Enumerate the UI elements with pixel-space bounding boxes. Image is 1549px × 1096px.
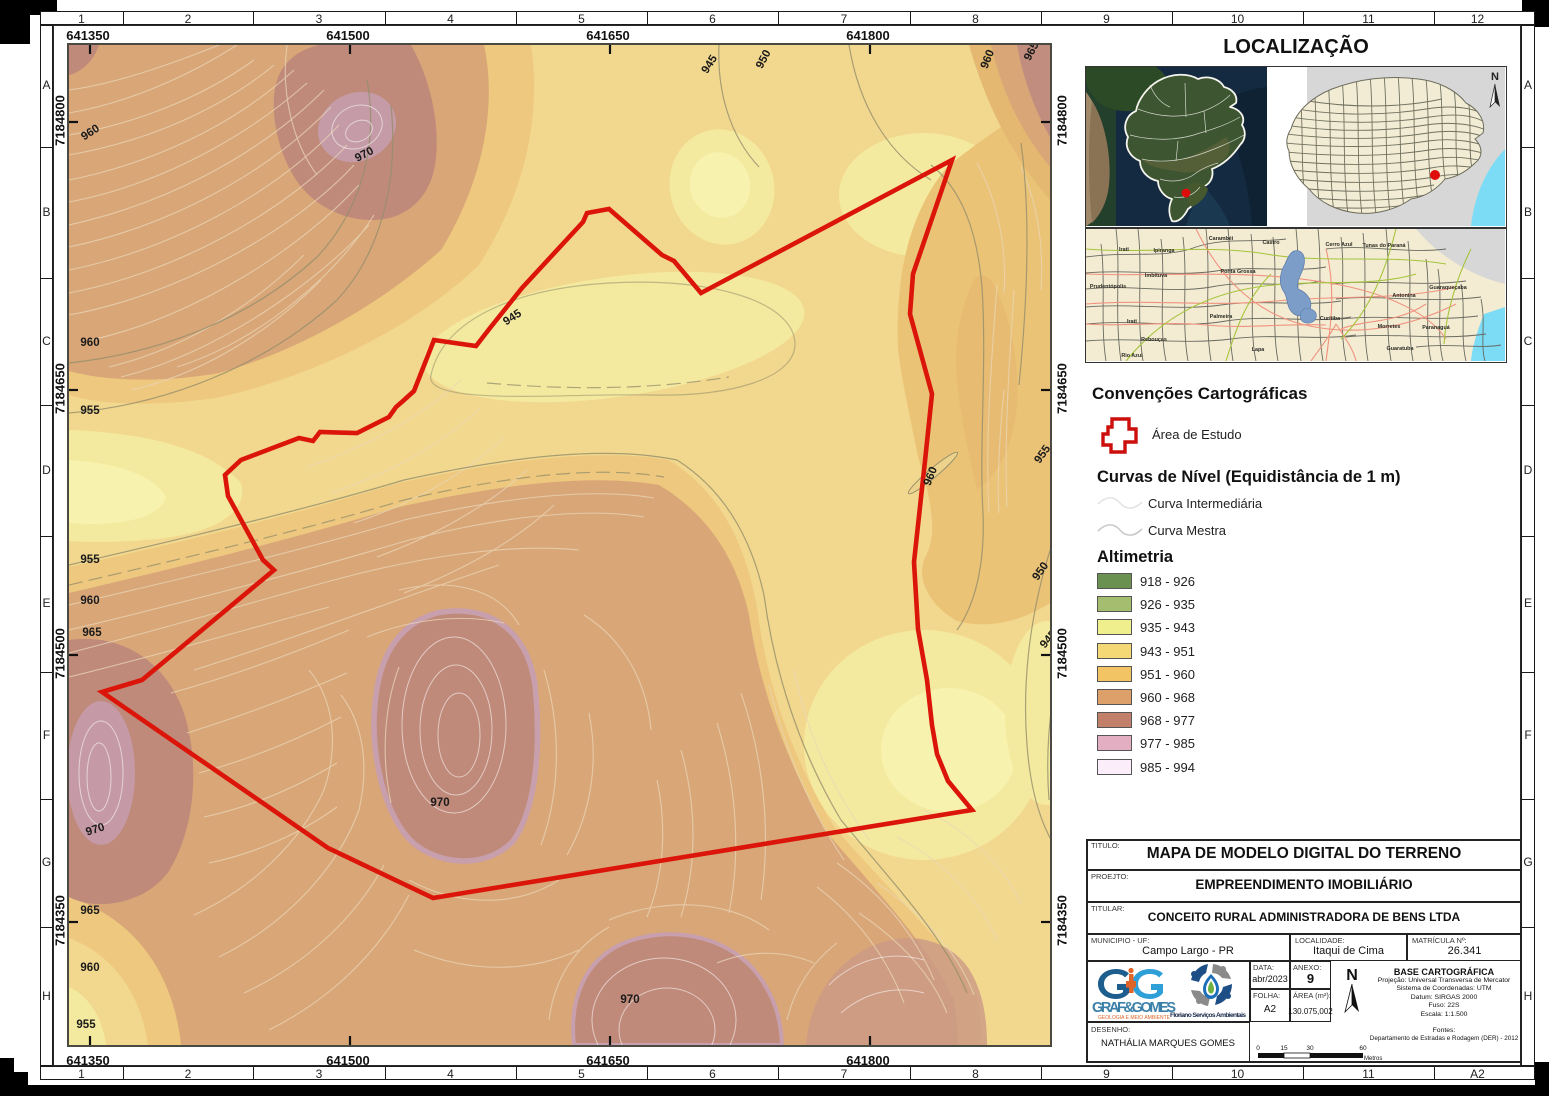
svg-text:N: N [1491,71,1499,83]
svg-text:30: 30 [1306,1045,1314,1052]
svg-text:Rebouças: Rebouças [1141,337,1167,343]
svg-text:Irati: Irati [1127,319,1137,325]
svg-text:955: 955 [76,1019,96,1031]
svg-text:Palmeira: Palmeira [1210,314,1233,320]
svg-text:Tunas do Paraná: Tunas do Paraná [1362,243,1406,249]
svg-text:Rio Azul: Rio Azul [1121,353,1143,359]
svg-text:Morretes: Morretes [1378,324,1401,330]
svg-text:Ponta Grossa: Ponta Grossa [1220,269,1256,275]
svg-text:Guaratuba: Guaratuba [1387,346,1415,352]
svg-text:965: 965 [80,905,100,917]
svg-text:Castro: Castro [1262,240,1280,246]
svg-text:955: 955 [80,554,100,566]
svg-text:960: 960 [80,595,99,607]
svg-text:GRAF&GOMES: GRAF&GOMES [1092,1000,1176,1016]
svg-text:Antonina: Antonina [1392,293,1416,299]
svg-text:Paranaguá: Paranaguá [1422,325,1451,331]
svg-text:Curitiba: Curitiba [1320,316,1341,322]
svg-text:Irati: Irati [1119,247,1129,253]
svg-text:Floriano Serviços Ambientais: Floriano Serviços Ambientais [1170,1012,1246,1019]
svg-text:Ipiranga: Ipiranga [1154,248,1176,254]
svg-text:Cerro Azul: Cerro Azul [1325,242,1353,248]
svg-text:Carambéi: Carambéi [1209,236,1234,242]
svg-text:955: 955 [80,405,100,417]
svg-text:970: 970 [430,797,449,809]
svg-text:N: N [1346,967,1358,984]
svg-text:60: 60 [1359,1045,1367,1052]
svg-text:960: 960 [80,962,99,974]
svg-text:965: 965 [82,627,102,639]
svg-text:GEOLOGIA E MEIO AMBIENTE: GEOLOGIA E MEIO AMBIENTE [1098,1015,1171,1020]
svg-text:0: 0 [1256,1045,1260,1052]
svg-text:Guaraqueçaba: Guaraqueçaba [1429,285,1467,291]
svg-text:960: 960 [80,337,99,349]
svg-text:Metros: Metros [1364,1056,1382,1062]
svg-text:Imbituva: Imbituva [1145,273,1168,279]
svg-text:970: 970 [620,994,639,1006]
svg-text:15: 15 [1280,1045,1288,1052]
svg-text:Lapa: Lapa [1252,347,1266,353]
svg-text:Prudentópolis: Prudentópolis [1090,284,1126,290]
